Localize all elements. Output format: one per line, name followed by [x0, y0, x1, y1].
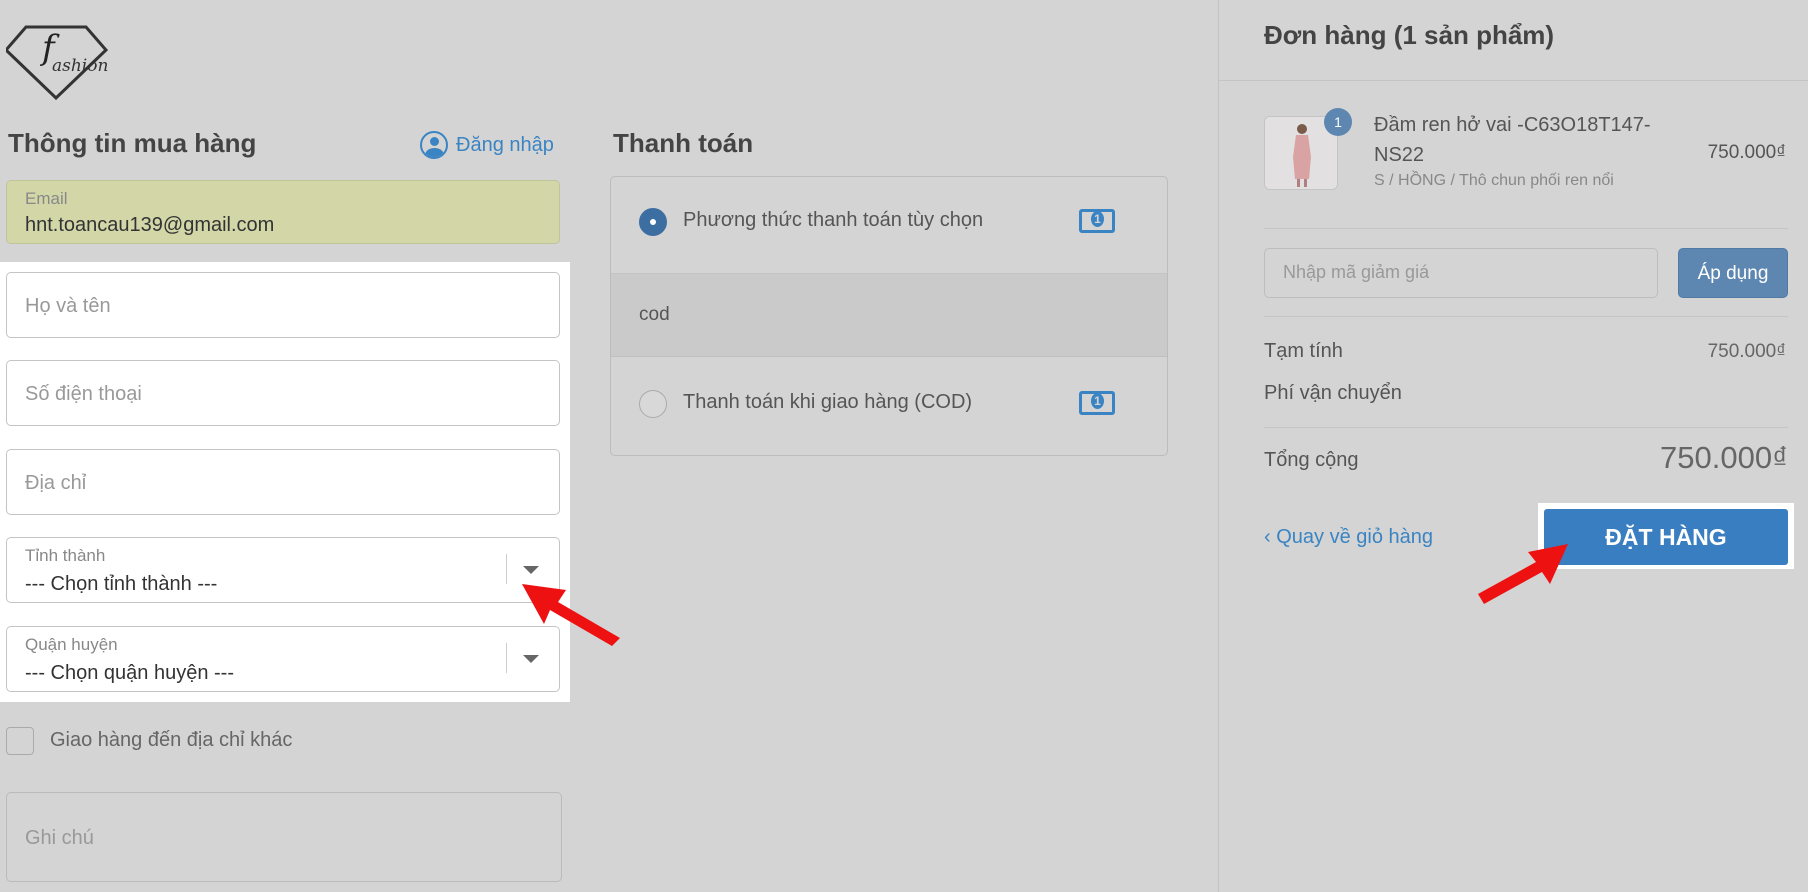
- other-address-label[interactable]: Giao hàng đến địa chỉ khác: [50, 729, 292, 752]
- payment-detail: cod: [611, 273, 1167, 357]
- divider: [1264, 228, 1788, 229]
- email-field[interactable]: Email hnt.toancau139@gmail.com: [6, 180, 560, 244]
- product-variant: S / HỒNG / Thô chun phối ren nổi: [1374, 172, 1614, 189]
- chevron-down-icon[interactable]: [523, 655, 539, 663]
- apply-coupon-button[interactable]: Áp dụng: [1678, 248, 1788, 298]
- name-placeholder: Họ và tên: [25, 295, 111, 317]
- divider: [1264, 316, 1788, 317]
- select-divider: [506, 554, 507, 584]
- other-address-checkbox[interactable]: [6, 727, 34, 755]
- back-label: Quay về giỏ hàng: [1276, 526, 1434, 548]
- subtotal-value: 750.000₫: [1707, 341, 1786, 362]
- login-link[interactable]: Đăng nhập: [420, 131, 554, 159]
- annotation-arrow-icon: [522, 584, 620, 646]
- product-price: 750.000₫: [1707, 142, 1786, 163]
- column-divider: [1218, 0, 1219, 892]
- fashion-logo[interactable]: f ashion: [3, 24, 116, 101]
- login-label: Đăng nhập: [456, 133, 554, 156]
- address-placeholder: Địa chỉ: [25, 472, 87, 494]
- cash-icon: [1079, 209, 1115, 233]
- cash-icon: [1079, 391, 1115, 415]
- payment-option-label: Phương thức thanh toán tùy chọn: [683, 209, 984, 231]
- coupon-input[interactable]: Nhập mã giảm giá: [1264, 248, 1658, 298]
- divider: [1264, 427, 1788, 428]
- order-title: Đơn hàng (1 sản phẩm): [1264, 20, 1555, 50]
- payment-radio-selected[interactable]: [639, 208, 667, 236]
- name-input[interactable]: Họ và tên: [6, 272, 560, 338]
- phone-placeholder: Số điện thoại: [25, 383, 142, 405]
- province-value: --- Chọn tỉnh thành ---: [25, 573, 218, 595]
- payment-options: Phương thức thanh toán tùy chọn cod Than…: [610, 176, 1168, 456]
- annotation-arrow-icon: [1478, 544, 1568, 604]
- divider: [1219, 80, 1808, 81]
- shipping-label: Phí vận chuyển: [1264, 382, 1402, 404]
- place-order-button[interactable]: ĐẶT HÀNG: [1544, 509, 1788, 565]
- chevron-down-icon[interactable]: [523, 566, 539, 574]
- note-textarea[interactable]: Ghi chú: [6, 792, 562, 882]
- province-label: Tỉnh thành: [25, 546, 106, 565]
- payment-option-cod[interactable]: Thanh toán khi giao hàng (COD): [611, 357, 1167, 455]
- email-value: hnt.toancau139@gmail.com: [25, 214, 275, 236]
- payment-option-custom[interactable]: Phương thức thanh toán tùy chọn: [611, 177, 1167, 273]
- payment-radio[interactable]: [639, 390, 667, 418]
- back-to-cart-link[interactable]: ‹ Quay về giỏ hàng: [1264, 526, 1433, 549]
- email-label: Email: [25, 189, 68, 208]
- payment-detail-text: cod: [639, 304, 670, 325]
- subtotal-label: Tạm tính: [1264, 340, 1343, 362]
- total-label: Tổng cộng: [1264, 449, 1359, 471]
- note-placeholder: Ghi chú: [25, 827, 94, 849]
- payment-title: Thanh toán: [613, 128, 754, 158]
- logo-text: ashion: [52, 56, 109, 76]
- phone-input[interactable]: Số điện thoại: [6, 360, 560, 426]
- district-label: Quận huyện: [25, 635, 118, 654]
- product-name: Đầm ren hở vai -C63O18T147-NS22: [1374, 114, 1651, 166]
- select-divider: [506, 643, 507, 673]
- chevron-left-icon: ‹: [1264, 526, 1271, 548]
- payment-option-label: Thanh toán khi giao hàng (COD): [683, 391, 973, 413]
- total-value: 750.000₫: [1660, 440, 1788, 475]
- province-select[interactable]: Tỉnh thành --- Chọn tỉnh thành ---: [6, 537, 560, 603]
- user-icon: [420, 131, 448, 159]
- district-value: --- Chọn quận huyện ---: [25, 662, 234, 684]
- customer-info-title: Thông tin mua hàng: [8, 128, 257, 158]
- quantity-badge: 1: [1324, 108, 1352, 136]
- district-select[interactable]: Quận huyện --- Chọn quận huyện ---: [6, 626, 560, 692]
- coupon-placeholder: Nhập mã giảm giá: [1283, 262, 1430, 282]
- address-input[interactable]: Địa chỉ: [6, 449, 560, 515]
